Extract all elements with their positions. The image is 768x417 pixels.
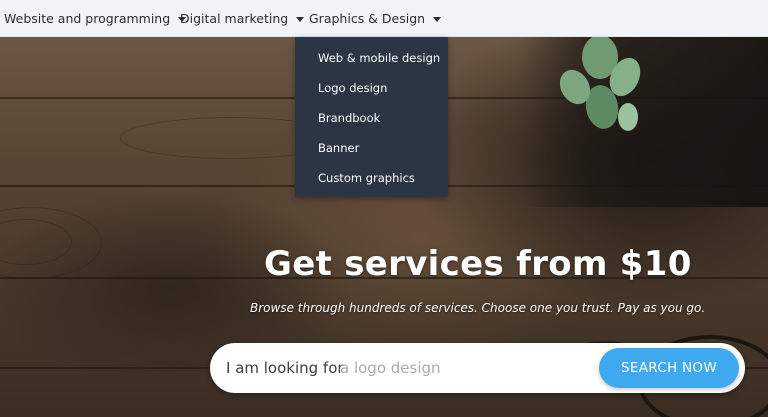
nav-item-graphics-design[interactable]: Graphics & Design <box>309 0 442 36</box>
nav-item-label: Digital marketing <box>180 10 289 26</box>
nav-item-label: Graphics & Design <box>309 10 426 26</box>
caret-down-icon <box>433 16 442 22</box>
dropdown-item-brandbook[interactable]: Brandbook <box>318 111 380 125</box>
graphics-design-dropdown: Web & mobile design Logo design Brandboo… <box>295 37 448 197</box>
dropdown-item-custom-graphics[interactable]: Custom graphics <box>318 171 415 185</box>
dropdown-item-logo-design[interactable]: Logo design <box>318 81 387 95</box>
nav-item-label: Website and programming <box>4 10 171 26</box>
search-prefix-label: I am looking for <box>226 359 344 377</box>
dropdown-item-banner[interactable]: Banner <box>318 141 359 155</box>
plant-icon <box>559 37 641 131</box>
nav-item-digital-marketing[interactable]: Digital marketing <box>180 0 305 36</box>
search-bar: I am looking for SEARCH NOW <box>210 343 745 393</box>
caret-down-icon <box>296 16 305 22</box>
search-input[interactable] <box>340 355 600 381</box>
search-now-button[interactable]: SEARCH NOW <box>599 348 739 388</box>
nav-item-website-programming[interactable]: Website and programming <box>4 0 187 36</box>
hero-headline: Get services from $10 <box>264 244 692 284</box>
dropdown-item-web-mobile-design[interactable]: Web & mobile design <box>318 51 440 65</box>
top-nav: Website and programming Digital marketin… <box>0 0 768 37</box>
hero-subline: Browse through hundreds of services. Cho… <box>250 301 706 315</box>
